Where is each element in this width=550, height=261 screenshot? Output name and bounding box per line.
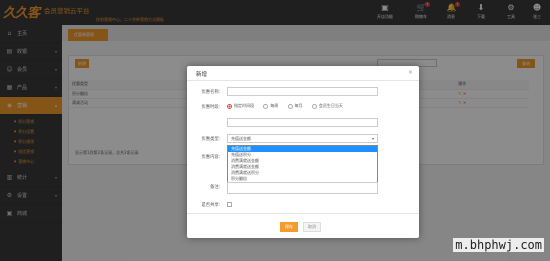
coupon-content-label: 优惠内容： [201,155,223,160]
radio-weekly[interactable]: 每周 [263,103,278,109]
coupon-name-input[interactable] [227,87,378,96]
dialog-title: 新增 [196,72,208,78]
add-coupon-dialog: 新增 × 优惠名称： 优惠时段： 指定时间段 每周 每月 会员生日当天 优惠类型… [187,66,419,238]
coupon-type-dropdown: 充值送金额 充值送积分 消费满就送金额 消费满就送金额 消费满就送积分 积分翻倍 [227,145,378,183]
dialog-header: 新增 × [187,66,419,81]
radio-monthly[interactable]: 每月 [287,103,303,109]
radio-birthday[interactable]: 会员生日当天 [311,103,343,109]
dialog-footer: 保存 取消 [187,213,419,238]
coupon-name-label: 优惠名称： [201,90,223,95]
remark-input[interactable] [227,182,378,194]
time-period-label: 优惠时段： [201,105,223,110]
coupon-type-label: 优惠类型： [201,137,223,142]
watermark-text: m.bhphwj.com [453,238,544,252]
time-range-input[interactable] [227,118,378,127]
time-period-radio-group: 指定时间段 每周 每月 会员生日当天 [227,103,351,109]
chevron-down-icon: ▾ [371,136,374,141]
remark-label: 备注： [210,185,223,190]
cancel-button[interactable]: 取消 [303,222,321,232]
coupon-type-select[interactable]: 充值送金额 ▾ [227,134,378,143]
save-button[interactable]: 保存 [280,222,298,232]
close-icon[interactable]: × [408,69,413,76]
share-checkbox[interactable] [227,202,232,207]
radio-specific-time[interactable]: 指定时间段 [227,103,254,109]
share-label: 是否共享： [201,203,223,208]
selected-value: 充值送金额 [231,136,251,141]
